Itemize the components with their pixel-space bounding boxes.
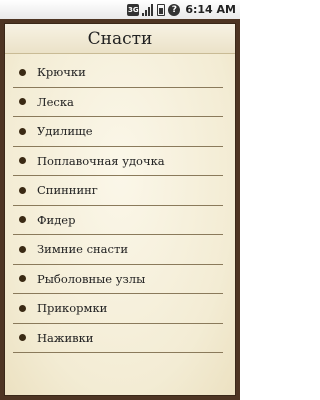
menu-list: Крючки Леска Удилище Поплавочная удочка … [5, 54, 235, 353]
list-item-label: Рыболовные узлы [37, 271, 146, 286]
list-item-label: Фидер [37, 212, 76, 227]
list-item-label: Прикормки [37, 301, 108, 316]
list-item[interactable]: Наживки [13, 324, 223, 353]
app-frame: Снасти Крючки Леска Удилище Поплавочная … [0, 19, 240, 400]
list-item[interactable]: Прикормки [13, 294, 223, 324]
page-title: Снасти [87, 28, 153, 49]
list-item-label: Наживки [37, 330, 94, 345]
bullet-icon [19, 216, 26, 224]
bullet-icon [19, 275, 26, 283]
bullet-icon [19, 157, 26, 165]
bullet-icon [19, 245, 26, 253]
list-item[interactable]: Спиннинг [13, 176, 223, 206]
bullet-icon [19, 334, 26, 342]
title-bar: Снасти [5, 24, 235, 54]
list-item[interactable]: Крючки [13, 58, 223, 88]
list-item[interactable]: Рыболовные узлы [13, 265, 223, 294]
list-item-label: Леска [37, 94, 74, 109]
content-panel: Снасти Крючки Леска Удилище Поплавочная … [4, 23, 236, 396]
list-item-label: Поплавочная удочка [37, 153, 165, 168]
bullet-icon [19, 304, 26, 312]
status-time: 6:14 AM [185, 3, 236, 16]
list-item-label: Спиннинг [37, 183, 98, 198]
list-item[interactable]: Леска [13, 88, 223, 117]
bullet-icon [19, 68, 26, 76]
alert-icon: ? [168, 3, 181, 16]
battery-icon [157, 3, 166, 16]
3g-icon: 3G [127, 3, 140, 16]
signal-icon [142, 3, 154, 16]
list-item-label: Удилище [37, 124, 93, 139]
list-item[interactable]: Поплавочная удочка [13, 147, 223, 176]
list-item[interactable]: Удилище [13, 117, 223, 147]
list-item-label: Зимние снасти [37, 242, 128, 257]
bullet-icon [19, 186, 26, 194]
bullet-icon [19, 98, 26, 106]
list-item-label: Крючки [37, 65, 86, 80]
list-item[interactable]: Фидер [13, 206, 223, 235]
list-item[interactable]: Зимние снасти [13, 235, 223, 265]
status-bar: 3G ? 6:14 AM [0, 0, 240, 19]
bullet-icon [19, 127, 26, 135]
